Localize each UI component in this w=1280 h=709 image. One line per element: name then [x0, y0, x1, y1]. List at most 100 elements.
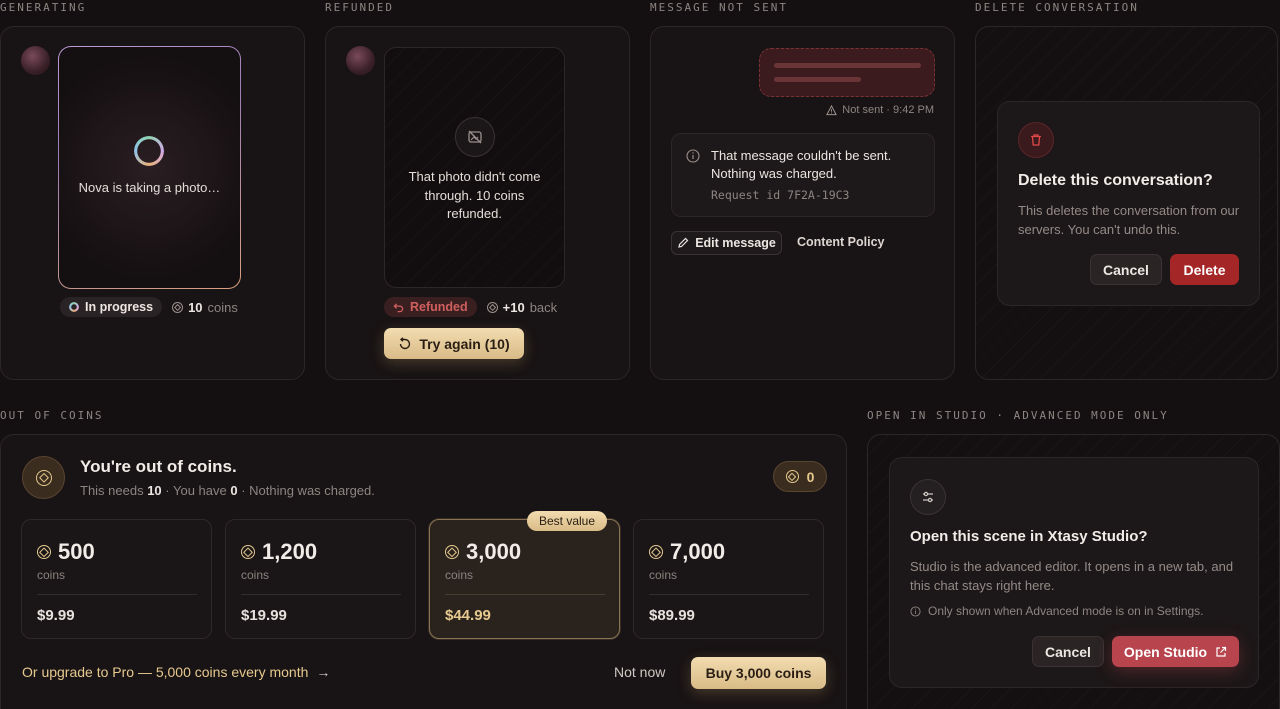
pack-price: $89.99 — [649, 607, 695, 624]
section-label-out-of-coins: OUT OF COINS — [0, 409, 104, 422]
pack-price: $44.99 — [445, 607, 491, 624]
content-policy-link[interactable]: Content Policy — [797, 235, 885, 249]
pack-amount-value: 1,200 — [262, 539, 318, 564]
generating-panel: Nova is taking a photo… In progress 10 c… — [0, 26, 305, 380]
studio-dialog: Open this scene in Xtasy Studio? Studio … — [889, 457, 1259, 688]
best-value-badge: Best value — [527, 511, 607, 531]
buy-coins-button[interactable]: Buy 3,000 coins — [691, 657, 826, 689]
owned-coins: 0 — [230, 483, 238, 498]
subtitle-part: · You have — [161, 483, 231, 498]
out-of-coins-title: You're out of coins. — [80, 457, 237, 476]
upgrade-link[interactable]: Or upgrade to Pro — 5,000 coins every mo… — [22, 664, 330, 680]
coin-cost: 10 coins — [172, 300, 238, 315]
coin-badge-icon — [22, 456, 65, 499]
retry-icon — [400, 336, 411, 349]
pack-unit: coins — [37, 568, 66, 582]
coin-icon — [649, 545, 663, 559]
cancel-button[interactable]: Cancel — [1090, 254, 1162, 285]
trash-icon — [1018, 122, 1054, 158]
refund-amount-value: +10 — [502, 299, 525, 315]
delete-body: This deletes the conversation from our s… — [1018, 203, 1240, 237]
out-of-coins-subtitle: This needs 10 · You have 0 · Nothing was… — [80, 483, 375, 498]
studio-title: Open this scene in Xtasy Studio? — [910, 528, 1148, 545]
refund-amount: +10 back — [486, 299, 558, 315]
refunded-badge: Refunded — [384, 297, 477, 317]
studio-note-text: Only shown when Advanced mode is on in S… — [928, 604, 1204, 618]
info-icon — [686, 149, 700, 163]
coin-icon — [37, 545, 51, 559]
refunded-photo-card: That photo didn't come through. 10 coins… — [384, 47, 565, 288]
section-label-generating: GENERATING — [0, 1, 87, 14]
coin-icon — [445, 545, 459, 559]
delete-button[interactable]: Delete — [1170, 254, 1239, 285]
studio-note: Only shown when Advanced mode is on in S… — [910, 604, 1204, 618]
generating-caption: Nova is taking a photo… — [78, 180, 221, 195]
not-sent-meta: Not sent · 9:42 PM — [826, 104, 934, 116]
pack-amount: 500 — [37, 539, 95, 565]
not-sent-panel: Not sent · 9:42 PM That message couldn't… — [650, 26, 955, 380]
failed-message-bubble[interactable] — [759, 48, 935, 97]
status-label: In progress — [85, 300, 154, 314]
subtitle-part: This needs — [80, 483, 148, 498]
coin-pack-1200[interactable]: 1,200 coins $19.99 — [225, 519, 416, 639]
edit-message-button[interactable]: Edit message — [671, 231, 782, 255]
coin-pack-3000[interactable]: 3,000 coins $44.99 — [429, 519, 620, 639]
pack-amount: 3,000 — [445, 539, 521, 565]
error-title: That message couldn't be sent. Nothing w… — [711, 148, 892, 181]
generating-photo-card: Nova is taking a photo… — [58, 46, 241, 289]
studio-panel: Open this scene in Xtasy Studio? Studio … — [867, 434, 1280, 709]
warning-icon — [826, 104, 838, 115]
pack-unit: coins — [445, 568, 474, 582]
pack-divider — [445, 594, 605, 595]
delete-panel: Delete this conversation? This deletes t… — [975, 26, 1278, 380]
coin-balance: 0 — [773, 461, 827, 492]
external-link-icon — [1216, 646, 1227, 657]
pencil-icon — [678, 237, 689, 248]
coin-cost-unit: coins — [207, 299, 238, 315]
coin-pack-7000[interactable]: 7,000 coins $89.99 — [633, 519, 824, 639]
subtitle-part: · Nothing was charged. — [237, 483, 375, 498]
pack-amount: 1,200 — [241, 539, 317, 565]
sliders-icon — [910, 479, 946, 515]
pack-divider — [37, 594, 197, 595]
pack-unit: coins — [649, 568, 678, 582]
edit-message-label: Edit message — [695, 236, 776, 250]
status-badge: In progress — [60, 297, 163, 317]
try-again-button[interactable]: Try again (10) — [384, 328, 524, 359]
pack-amount-value: 3,000 — [466, 539, 522, 564]
image-off-icon — [455, 117, 495, 157]
error-notice: That message couldn't be sent. Nothing w… — [671, 133, 935, 217]
coin-icon — [172, 301, 184, 313]
coin-balance-value: 0 — [806, 468, 815, 485]
pack-divider — [649, 594, 809, 595]
open-studio-button[interactable]: Open Studio — [1112, 636, 1239, 667]
pack-amount-value: 7,000 — [670, 539, 726, 564]
coin-icon — [241, 545, 255, 559]
spinner-icon — [69, 302, 79, 312]
coin-icon — [486, 301, 498, 313]
refunded-panel: That photo didn't come through. 10 coins… — [325, 26, 630, 380]
pack-divider — [241, 594, 401, 595]
info-icon — [910, 605, 921, 617]
section-label-not-sent: MESSAGE NOT SENT — [650, 1, 788, 14]
pack-unit: coins — [241, 568, 270, 582]
section-label-refunded: REFUNDED — [325, 1, 394, 14]
avatar — [346, 46, 375, 75]
request-id: Request id 7F2A-19C3 — [711, 188, 850, 202]
try-again-label: Try again (10) — [419, 335, 510, 352]
section-label-studio: OPEN IN STUDIO · ADVANCED MODE ONLY — [867, 409, 1169, 422]
cancel-button[interactable]: Cancel — [1032, 636, 1104, 667]
refund-amount-unit: back — [529, 299, 558, 315]
upgrade-label: Or upgrade to Pro — 5,000 coins every mo… — [22, 664, 309, 680]
coin-pack-500[interactable]: 500 coins $9.99 — [21, 519, 212, 639]
not-sent-meta-text: Not sent · 9:42 PM — [842, 104, 934, 116]
studio-body: Studio is the advanced editor. It opens … — [910, 559, 1234, 593]
needed-coins: 10 — [147, 483, 162, 498]
refund-message: That photo didn't come through. 10 coins… — [408, 169, 541, 221]
not-now-button[interactable]: Not now — [614, 664, 665, 680]
section-label-delete: DELETE CONVERSATION — [975, 1, 1139, 14]
pack-price: $9.99 — [37, 607, 75, 624]
delete-title: Delete this conversation? — [1018, 172, 1213, 189]
pack-amount-value: 500 — [58, 539, 95, 564]
coin-icon — [785, 470, 799, 483]
